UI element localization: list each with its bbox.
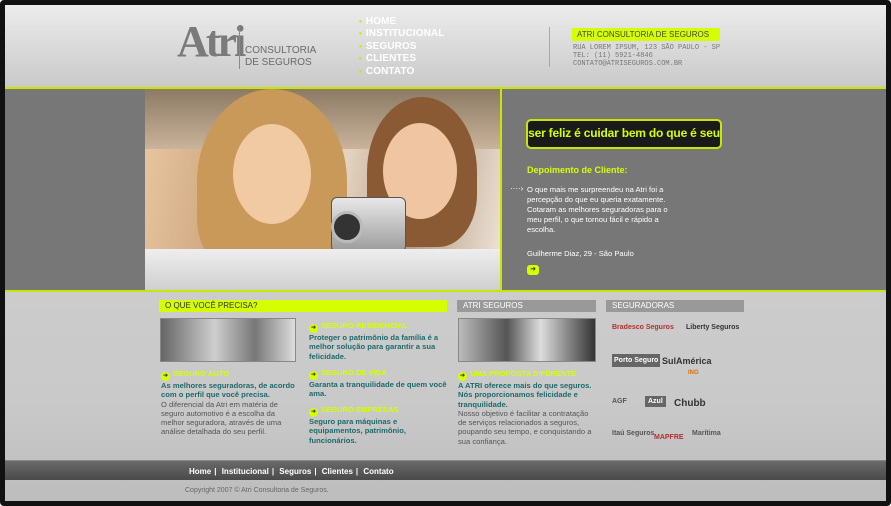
proposal-description: A ATRI oferece mais do que seguros. Nós …	[458, 381, 592, 409]
logo-tagline: CONSULTORIA DE SEGUROS	[245, 45, 317, 69]
bullet-icon: •	[359, 29, 362, 39]
section-title-label: SEGURADORAS	[612, 301, 675, 310]
service-title-label: SEGURO RESIDENCIAL	[321, 321, 408, 330]
arrow-right-icon[interactable]: ➜	[527, 265, 539, 275]
dotted-arrow-icon: ····›	[510, 184, 524, 193]
footer-link-home[interactable]: Home	[189, 467, 211, 476]
service-vida[interactable]: ➜ SEGURO DE VIDA Garanta a tranquilidade …	[309, 368, 447, 399]
section-title-label: ATRI SEGUROS	[463, 301, 523, 310]
email-link[interactable]: CONTATO@ATRISEGUROS.COM.BR	[573, 60, 720, 68]
family-car-photo	[160, 318, 296, 362]
footer-bar: Home | Institucional | Seguros | Clientes | …	[5, 460, 886, 480]
main-nav: • HOME • INSTITUCIONAL • SEGUROS • CLIENTES …	[359, 16, 444, 78]
bradesco-logo[interactable]: Bradesco Seguros	[612, 324, 674, 331]
service-title: ➜ SEGURO RESIDENCIAL	[309, 321, 447, 333]
camera-lens	[331, 211, 363, 243]
service-residencial[interactable]: ➜ SEGURO RESIDENCIAL Proteger o patrimôni…	[309, 321, 447, 361]
service-description: Seguro para máquinas e equipamentos, pat…	[309, 417, 407, 445]
proposal-block[interactable]: ➜ UMA PROPOSTA DIFERENTE A ATRI oferece m…	[458, 369, 596, 446]
footer-link-clientes[interactable]: Clientes	[322, 467, 353, 476]
itau-seguros-logo[interactable]: Itaú Seguros	[612, 430, 654, 437]
nav-item-seguros[interactable]: • SEGUROS	[359, 41, 444, 53]
nav-item-clientes[interactable]: • CLIENTES	[359, 53, 444, 65]
nav-item-contato[interactable]: • CONTATO	[359, 66, 444, 78]
hero-divider	[500, 89, 502, 290]
woman-face	[233, 124, 311, 224]
arrow-right-icon: ➜	[309, 324, 318, 333]
mapfre-logo[interactable]: MAPFRE	[654, 434, 684, 441]
section-title-need: O QUE VOCÊ PRECISA?	[159, 300, 447, 312]
agf-logo[interactable]: AGF	[612, 398, 627, 405]
bullet-icon: •	[359, 66, 362, 76]
logo-tagline-line1: CONSULTORIA	[245, 45, 317, 56]
service-empresas[interactable]: ➜ SEGURO EMPRESAS Seguro para máquinas e …	[309, 405, 447, 445]
chubb-logo[interactable]: Chubb	[674, 398, 706, 409]
arrow-right-icon: ➜	[309, 371, 318, 380]
hero-banner: ser feliz é cuidar bem do que é seu Depo…	[5, 87, 886, 292]
slogan-box: ser feliz é cuidar bem do que é seu	[526, 119, 722, 149]
azul-logo[interactable]: Azul	[645, 396, 666, 407]
section-title-atri: ATRI SEGUROS	[457, 300, 596, 312]
bullet-icon: •	[359, 17, 362, 26]
header-divider	[549, 27, 550, 67]
footer-link-institucional[interactable]: Institucional	[222, 467, 269, 476]
service-auto[interactable]: ➜ SEGURO AUTO As melhores seguradoras, de…	[161, 369, 297, 437]
page-frame: Atri CONSULTORIA DE SEGUROS • HOME • INSTI…	[0, 0, 891, 506]
nav-item-label: HOME	[365, 16, 397, 27]
nav-item-label: SEGUROS	[365, 40, 417, 52]
footer-nav: Home | Institucional | Seguros | Clientes | …	[189, 467, 394, 476]
bullet-icon: •	[359, 54, 362, 64]
liberty-logo[interactable]: Liberty Seguros	[686, 324, 739, 331]
company-name-badge: ATRI CONSULTORIA DE SEGUROS	[572, 28, 720, 41]
logo-tagline-line2: DE SEGUROS	[245, 57, 312, 68]
service-title-label: SEGURO AUTO	[173, 369, 230, 378]
proposal-title: ➜ UMA PROPOSTA DIFERENTE	[458, 369, 596, 381]
proposal-extra-text: Nosso objetivo é facilitar a contratação…	[458, 408, 592, 446]
logo[interactable]: Atri	[177, 17, 246, 67]
footer-link-seguros[interactable]: Seguros	[279, 467, 311, 476]
contact-info: RUA LOREM IPSUM, 123 SÃO PAULO - SP TEL:…	[573, 44, 720, 68]
service-description: Proteger o patrimônio da família é a mel…	[309, 333, 439, 361]
bullet-icon: •	[359, 41, 362, 51]
arrow-right-icon: ➜	[458, 372, 467, 381]
nav-item-institucional[interactable]: • INSTITUCIONAL	[359, 28, 444, 40]
sulamerica-logo[interactable]: SulAmérica	[662, 356, 712, 366]
footer-link-contato[interactable]: Contato	[363, 467, 393, 476]
bed-sheet	[145, 249, 500, 290]
phone-line: TEL: (11) 5921-4846	[573, 52, 653, 60]
ing-logo[interactable]: ING	[688, 370, 699, 376]
header: Atri CONSULTORIA DE SEGUROS • HOME • INSTI…	[5, 5, 886, 87]
service-description: As melhores seguradoras, de acordo com o…	[161, 381, 295, 400]
service-extra-text: O diferencial da Atri em matéria de segu…	[161, 399, 282, 437]
hero-photo	[145, 89, 500, 290]
section-title-label: O QUE VOCÊ PRECISA?	[165, 301, 258, 310]
arrow-right-icon: ➜	[161, 372, 170, 381]
arrow-right-icon: ➜	[309, 408, 318, 417]
service-title: ➜ SEGURO DE VIDA	[309, 368, 447, 380]
section-title-insurers: SEGURADORAS	[606, 300, 744, 312]
testimonial-text: O que mais me surpreendeu na Atri foi a …	[527, 185, 668, 234]
nav-item-label: INSTITUCIONAL	[365, 28, 445, 40]
testimonial-title: Depoimento de Cliente:	[527, 165, 628, 175]
copyright: Copyright 2007 © Atri Consultoria de Seg…	[185, 487, 329, 494]
address-line: RUA LOREM IPSUM, 123 SÃO PAULO - SP	[573, 44, 721, 52]
service-title: ➜ SEGURO AUTO	[161, 369, 297, 381]
porto-seguro-logo[interactable]: Porto Seguro	[612, 354, 661, 367]
nav-item-label: CLIENTES	[365, 53, 417, 65]
maritima-logo[interactable]: Marítima	[692, 430, 721, 437]
office-meeting-photo	[458, 318, 596, 362]
service-description: Garanta a tranquilidade de quem você ama…	[309, 380, 447, 399]
service-title: ➜ SEGURO EMPRESAS	[309, 405, 447, 417]
nav-item-label: CONTATO	[365, 65, 415, 77]
service-title-label: SEGURO DE VIDA	[321, 368, 387, 377]
proposal-title-label: UMA PROPOSTA DIFERENTE	[470, 369, 577, 378]
service-title-label: SEGURO EMPRESAS	[321, 405, 399, 414]
nav-item-home[interactable]: • HOME	[359, 16, 444, 28]
testimonial-author: Guilherme Diaz, 29 - São Paulo	[527, 249, 634, 258]
logo-divider	[239, 27, 240, 69]
